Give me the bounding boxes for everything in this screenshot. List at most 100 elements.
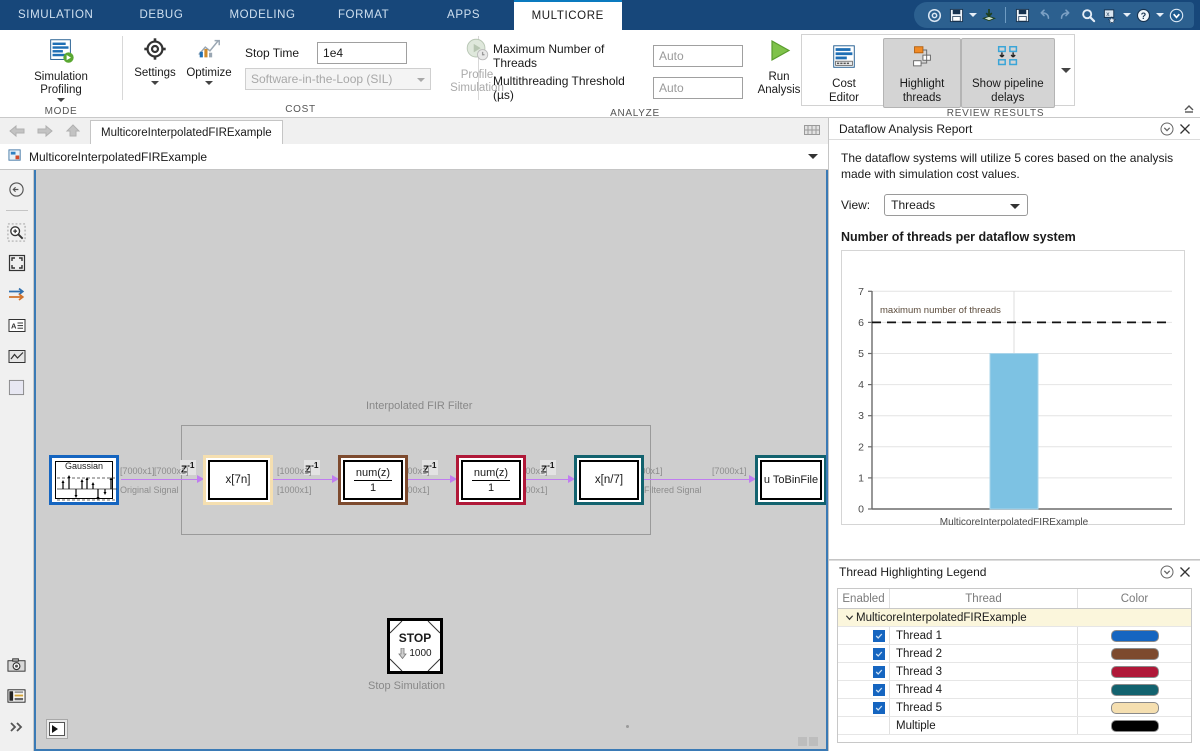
- wire-downsample-tobinfile: [626, 479, 751, 480]
- tab-modeling[interactable]: MODELING: [211, 0, 313, 30]
- forward-arrow-icon[interactable]: [32, 119, 58, 143]
- block-fir-2[interactable]: num(z) 1: [456, 455, 526, 505]
- thread-1-checkbox[interactable]: [873, 629, 885, 642]
- tab-format[interactable]: FORMAT: [314, 0, 414, 30]
- tab-multicore[interactable]: MULTICORE: [513, 0, 622, 30]
- simulation-mode-select[interactable]: Software-in-the-Loop (SIL): [245, 68, 431, 90]
- scope-icon[interactable]: [4, 343, 30, 369]
- close-icon[interactable]: [1176, 120, 1194, 138]
- block-fir-1[interactable]: num(z) 1: [338, 455, 408, 505]
- zoom-in-icon[interactable]: [4, 219, 30, 245]
- settings-button[interactable]: Settings: [129, 34, 181, 87]
- save-model-icon[interactable]: [1012, 5, 1032, 25]
- simulation-profiling-caret-icon[interactable]: [57, 98, 65, 102]
- threshold-input[interactable]: Auto: [653, 77, 743, 99]
- legend-row-thread-4[interactable]: Thread 4: [838, 681, 1191, 699]
- ribbon-panel: Simulation Profiling MODE Settings Optim…: [0, 30, 1200, 119]
- multiple-checkbox[interactable]: [873, 720, 885, 732]
- block-fir-2-numerator: num(z): [471, 466, 511, 481]
- legend-row-thread-5[interactable]: Thread 5: [838, 699, 1191, 717]
- find-favorites-icon[interactable]: x: [1100, 5, 1120, 25]
- back-arrow-icon[interactable]: [4, 119, 30, 143]
- highlight-threads-button[interactable]: Highlight threads: [883, 38, 961, 108]
- grid-view-icon[interactable]: [804, 124, 820, 138]
- ribbon-group-mode: Simulation Profiling MODE: [0, 30, 122, 118]
- thread-3-checkbox[interactable]: [873, 665, 885, 678]
- camera-icon[interactable]: [4, 652, 30, 678]
- max-threads-row: Maximum Number of Threads Auto: [493, 42, 743, 70]
- stop-block-value: 1000: [409, 647, 432, 659]
- dataflow-report-header: Dataflow Analysis Report: [829, 118, 1200, 140]
- thread-2-checkbox[interactable]: [873, 647, 885, 660]
- collapse-ribbon-icon[interactable]: [1182, 101, 1196, 115]
- block-gaussian[interactable]: Gaussian: [49, 455, 119, 505]
- review-more-caret-icon[interactable]: [1060, 67, 1071, 73]
- thread-4-checkbox[interactable]: [873, 683, 885, 696]
- optimize-button[interactable]: Optimize: [181, 34, 237, 87]
- search-icon[interactable]: [1078, 5, 1098, 25]
- show-pipeline-delays-button[interactable]: Show pipeline delays: [961, 38, 1055, 108]
- legend-color-cell-1: [1078, 627, 1191, 644]
- annotation-icon[interactable]: A: [4, 312, 30, 338]
- cost-editor-button[interactable]: Cost Editor: [805, 38, 883, 108]
- up-arrow-icon[interactable]: [60, 119, 86, 143]
- simulation-profiling-label: Simulation Profiling: [34, 71, 88, 96]
- stop-time-label: Stop Time: [245, 46, 300, 60]
- more-tools-icon[interactable]: [4, 714, 30, 740]
- legend-row-multiple[interactable]: Multiple: [838, 717, 1191, 735]
- stop-time-input[interactable]: 1e4: [317, 42, 408, 64]
- legend-row-thread-3[interactable]: Thread 3: [838, 663, 1191, 681]
- svg-text:1: 1: [858, 472, 864, 484]
- panel-options-icon[interactable]: [1158, 120, 1176, 138]
- block-downsample[interactable]: x[n/7]: [574, 455, 644, 505]
- block-gaussian-label: Gaussian: [64, 461, 104, 471]
- help-dropdown-caret-icon[interactable]: [1155, 5, 1164, 25]
- model-tab[interactable]: MulticoreInterpolatedFIRExample: [90, 120, 283, 144]
- chevron-down-icon[interactable]: [842, 613, 856, 622]
- undo-icon: [1034, 5, 1054, 25]
- fit-to-view-icon[interactable]: [4, 250, 30, 276]
- simulation-profiling-button[interactable]: Simulation Profiling: [6, 34, 116, 104]
- legend-row-thread-2[interactable]: Thread 2: [838, 645, 1191, 663]
- save-dropdown-caret-icon[interactable]: [968, 5, 977, 25]
- svg-text:3: 3: [858, 410, 864, 422]
- subsystem-caption: Interpolated FIR Filter: [366, 400, 473, 412]
- chevron-down-icon: [417, 78, 425, 82]
- model-canvas[interactable]: Interpolated FIR Filter Z-1 Z-1 Z-1 Z-1 …: [34, 170, 828, 751]
- save-icon[interactable]: [946, 5, 966, 25]
- help-icon[interactable]: ?: [1133, 5, 1153, 25]
- tab-simulation[interactable]: SIMULATION: [0, 0, 111, 30]
- optimize-caret-icon[interactable]: [205, 81, 213, 85]
- navigate-back-icon[interactable]: [4, 176, 30, 202]
- max-threads-input[interactable]: Auto: [653, 45, 743, 67]
- thread-3-color-swatch: [1110, 665, 1159, 678]
- block-stop-simulation[interactable]: STOP 1000: [387, 618, 443, 674]
- legend-row-thread-1[interactable]: Thread 1: [838, 627, 1191, 645]
- block-tobinfile[interactable]: u ToBinFile: [755, 455, 826, 505]
- legend-group-row[interactable]: MulticoreInterpolatedFIRExample: [838, 609, 1191, 627]
- legend-close-icon[interactable]: [1176, 563, 1194, 581]
- open-download-icon[interactable]: [979, 5, 999, 25]
- block-upsample[interactable]: x[7n]: [203, 455, 273, 505]
- simulation-mode-value: Software-in-the-Loop (SIL): [251, 72, 393, 86]
- view-select[interactable]: Threads: [884, 194, 1029, 216]
- area-icon[interactable]: [4, 374, 30, 400]
- legend-options-icon[interactable]: [1158, 563, 1176, 581]
- breadcrumb-caret-icon[interactable]: [808, 154, 818, 159]
- signal-routing-icon[interactable]: [4, 281, 30, 307]
- ribbon-group-analyze-body: Maximum Number of Threads Auto Multithre…: [479, 30, 800, 106]
- legend-icon[interactable]: [4, 683, 30, 709]
- threads-bar-chart-svg: 0 1 2 3 4 5 6 7 maximum number of thread…: [858, 286, 1172, 528]
- tab-debug[interactable]: DEBUG: [111, 0, 211, 30]
- tab-apps[interactable]: APPS: [414, 0, 514, 30]
- find-dropdown-caret-icon[interactable]: [1122, 5, 1131, 25]
- dataflow-report-description: The dataflow systems will utilize 5 core…: [841, 151, 1174, 181]
- preferences-gear-icon[interactable]: [924, 5, 944, 25]
- legend-enabled-cell-2: [838, 645, 890, 662]
- thread-5-checkbox[interactable]: [873, 701, 885, 714]
- collapse-toolbar-icon[interactable]: [1166, 5, 1186, 25]
- canvas-horizontal-scrollbar[interactable]: [36, 735, 826, 749]
- settings-caret-icon[interactable]: [151, 81, 159, 85]
- threads-bar-chart[interactable]: 0 1 2 3 4 5 6 7 maximum number of thread…: [841, 250, 1185, 528]
- breadcrumb-label[interactable]: MulticoreInterpolatedFIRExample: [29, 150, 207, 164]
